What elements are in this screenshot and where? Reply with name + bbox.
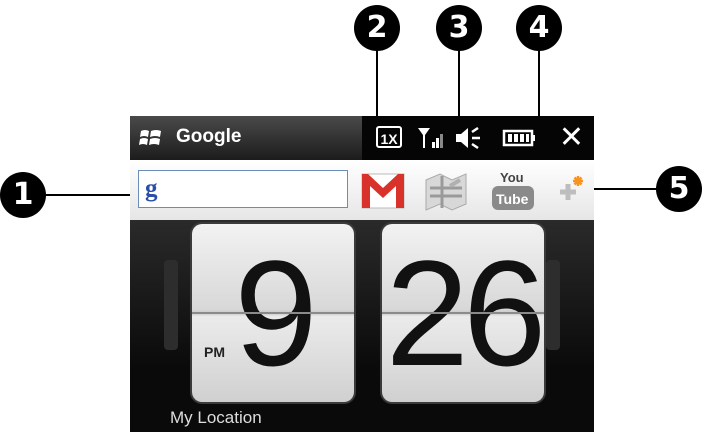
device-screen: Google 1X ✕ g You Tube 9 PM 26 My Locati…	[130, 116, 594, 432]
svg-text:You: You	[500, 170, 524, 185]
battery-icon	[502, 129, 535, 147]
callout-2: 2	[354, 5, 400, 51]
flip-clock[interactable]: 9 PM 26 My Location	[130, 220, 594, 432]
callout-1-leader	[44, 194, 140, 196]
clock-ampm: PM	[204, 344, 225, 360]
volume-icon	[456, 126, 480, 150]
minute-card-seam	[382, 312, 544, 314]
google-g-logo: g	[145, 175, 158, 202]
add-shortcut-icon[interactable]	[550, 172, 588, 208]
callout-4: 4	[516, 5, 562, 51]
windows-start-icon[interactable]	[138, 127, 164, 149]
clock-left-tab	[164, 260, 178, 350]
svg-text:Tube: Tube	[496, 191, 529, 207]
minute-flip-card: 26	[382, 224, 544, 402]
youtube-icon[interactable]: You Tube	[486, 164, 540, 216]
gmail-icon[interactable]	[358, 166, 408, 214]
network-1x-badge: 1X	[376, 126, 402, 148]
title-bar: Google 1X ✕	[130, 116, 594, 160]
google-search-input[interactable]: g	[138, 170, 348, 208]
maps-icon[interactable]	[420, 166, 472, 214]
clock-right-tab	[546, 260, 560, 350]
status-area[interactable]: 1X ✕	[362, 116, 594, 160]
hour-card-seam	[192, 312, 354, 314]
google-widget-toolbar: g You Tube	[130, 160, 594, 220]
signal-strength-icon	[418, 128, 443, 148]
location-label[interactable]: My Location	[170, 408, 262, 428]
hour-flip-card: 9 PM	[192, 224, 354, 402]
callout-5: 5	[656, 166, 702, 212]
callout-1: 1	[0, 172, 46, 218]
close-icon[interactable]: ✕	[559, 120, 584, 155]
app-title: Google	[176, 126, 242, 147]
callout-3: 3	[436, 5, 482, 51]
